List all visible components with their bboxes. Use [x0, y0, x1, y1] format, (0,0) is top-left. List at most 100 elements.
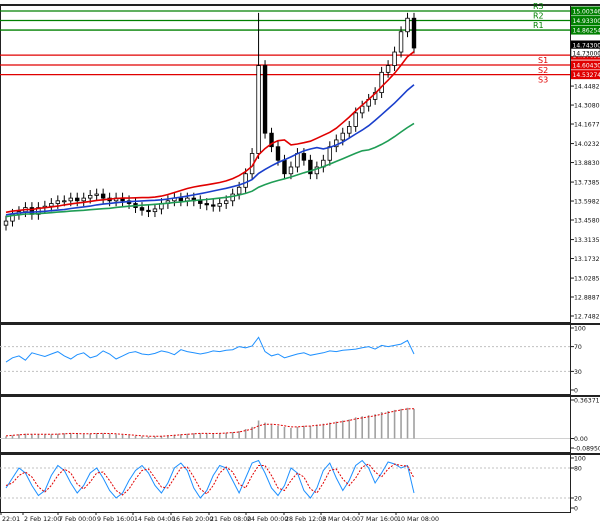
- candle-body: [87, 194, 93, 199]
- x-axis-labels: 22:01 2 Feb 12:007 Feb 00:00 9 Feb 16:00 14…: [0, 512, 439, 523]
- x-tick-label: 24 Feb 00:00: [247, 516, 288, 523]
- candle-body: [262, 65, 268, 134]
- candle-body: [243, 173, 248, 188]
- level-price-label: 14.93300: [573, 18, 600, 25]
- gridlines: R3R2R1 S1S2S3: [0, 2, 570, 85]
- candle-body: [398, 31, 404, 53]
- y-tick-label: 13.73850: [574, 180, 600, 187]
- y-tick-label: 100: [574, 326, 586, 333]
- y-tick-label: 13.59825: [574, 199, 600, 206]
- y-tick-label: 14.30800: [574, 103, 600, 110]
- candle-body: [223, 200, 229, 204]
- candle-body: [353, 112, 358, 127]
- candle-body: [178, 197, 184, 202]
- y-tick-label: -0.089509: [574, 446, 600, 453]
- level-name-R1: R1: [533, 21, 544, 30]
- x-tick-label: 21 Feb 08:00: [210, 516, 251, 523]
- candle-body: [62, 200, 67, 203]
- x-tick-label: 28 Feb 12:00: [285, 516, 326, 523]
- x-tick-label: 7 Feb 00:00: [59, 516, 96, 523]
- y-tick-label: 12.88875: [574, 294, 600, 301]
- candle-body: [282, 159, 287, 175]
- candle-body: [211, 204, 216, 207]
- candle-body: [379, 71, 384, 94]
- oscillator-panel-3: [0, 459, 570, 499]
- y-tick-label: 0: [574, 388, 578, 395]
- candle-body: [288, 166, 294, 175]
- y-tick-label: 14.02325: [574, 141, 600, 148]
- y-tick-label: 14.44825: [574, 84, 600, 91]
- y-axis-labels: 15.0034614.9330014.8625414.7430014.73000…: [570, 6, 600, 513]
- y-tick-label: 14.16775: [574, 122, 600, 129]
- x-tick-label: 10 Mar 08:00: [397, 516, 439, 523]
- candle-body: [411, 17, 417, 49]
- level-name-S1: S1: [538, 56, 548, 65]
- candle-body: [392, 51, 397, 66]
- y-tick-label: 13.31350: [574, 237, 600, 244]
- candle-body: [198, 200, 203, 204]
- y-tick-label: 70: [574, 344, 582, 351]
- chart-svg: R3R2R1 S1S2S3 15.00346 14.93300 14.86254 14.…: [0, 2, 600, 523]
- candle-body: [94, 193, 99, 196]
- signal-line: [5, 408, 415, 437]
- candle-body: [3, 220, 9, 226]
- candle-body: [146, 209, 151, 213]
- candle-body: [385, 65, 391, 73]
- x-tick-label: 16 Feb 20:00: [172, 516, 213, 523]
- candle-body: [81, 197, 86, 202]
- oscillator-panel-1: [0, 336, 570, 372]
- candle-body: [340, 132, 345, 141]
- y-tick-label: 13.17325: [574, 256, 600, 263]
- x-tick-label: 14 Feb 04:00: [134, 516, 175, 523]
- candle-body: [236, 186, 242, 195]
- x-tick-label: 9 Feb 16:00: [97, 516, 134, 523]
- moving-average-line: [5, 84, 415, 216]
- candle-body: [55, 200, 61, 204]
- level-price-label: 14.86254: [573, 28, 600, 35]
- candle-body: [327, 146, 333, 161]
- candle-body: [139, 207, 145, 211]
- y-tick-label: 12.74825: [574, 314, 600, 321]
- level-price-label: 14.60430: [573, 62, 600, 69]
- candle-body: [49, 203, 54, 207]
- candle-body: [217, 203, 222, 207]
- y-tick-label: 30: [574, 369, 582, 376]
- current-price-label: 14.73000: [573, 50, 600, 57]
- candle-body: [405, 17, 410, 33]
- candle-body: [275, 146, 281, 161]
- stochastic-main-line: [5, 459, 415, 499]
- x-tick-label: 3 Mar 04:00: [322, 516, 360, 523]
- panel-frame: [0, 396, 571, 453]
- candle-body: [295, 153, 300, 168]
- oscillator-panel-2: [0, 407, 570, 440]
- stochastic-signal-line: [5, 463, 415, 496]
- level-name-R2: R2: [533, 12, 544, 21]
- panel-frame: [0, 324, 571, 395]
- y-tick-label: 0: [574, 506, 578, 513]
- level-price-label: 14.53274: [573, 72, 600, 79]
- candle-body: [301, 153, 307, 161]
- oscillator-line: [5, 336, 415, 363]
- candle-body: [256, 65, 261, 154]
- y-tick-label: 100: [574, 456, 586, 463]
- level-name-R3: R3: [533, 2, 544, 11]
- candle-body: [204, 203, 209, 206]
- y-tick-label: 0.00: [574, 436, 588, 443]
- level-name-S3: S3: [538, 76, 548, 85]
- y-tick-label: 20: [574, 496, 582, 503]
- y-tick-label: 13.02850: [574, 276, 600, 283]
- candle-body: [230, 193, 235, 202]
- candle-body: [68, 197, 73, 202]
- y-tick-label: 13.45800: [574, 218, 600, 225]
- moving-average-line: [5, 50, 415, 214]
- candle-body: [100, 193, 106, 199]
- x-tick-label: 22:01: [2, 516, 20, 523]
- y-tick-label: 13.88300: [574, 160, 600, 167]
- level-name-S2: S2: [538, 66, 548, 75]
- candle-body: [152, 208, 158, 213]
- y-tick-label: 0.363710: [574, 398, 600, 405]
- x-tick-label: 2 Feb 12:00: [24, 516, 61, 523]
- moving-average-line: [5, 122, 415, 218]
- y-tick-label: 80: [574, 466, 582, 473]
- candle-body: [347, 126, 352, 134]
